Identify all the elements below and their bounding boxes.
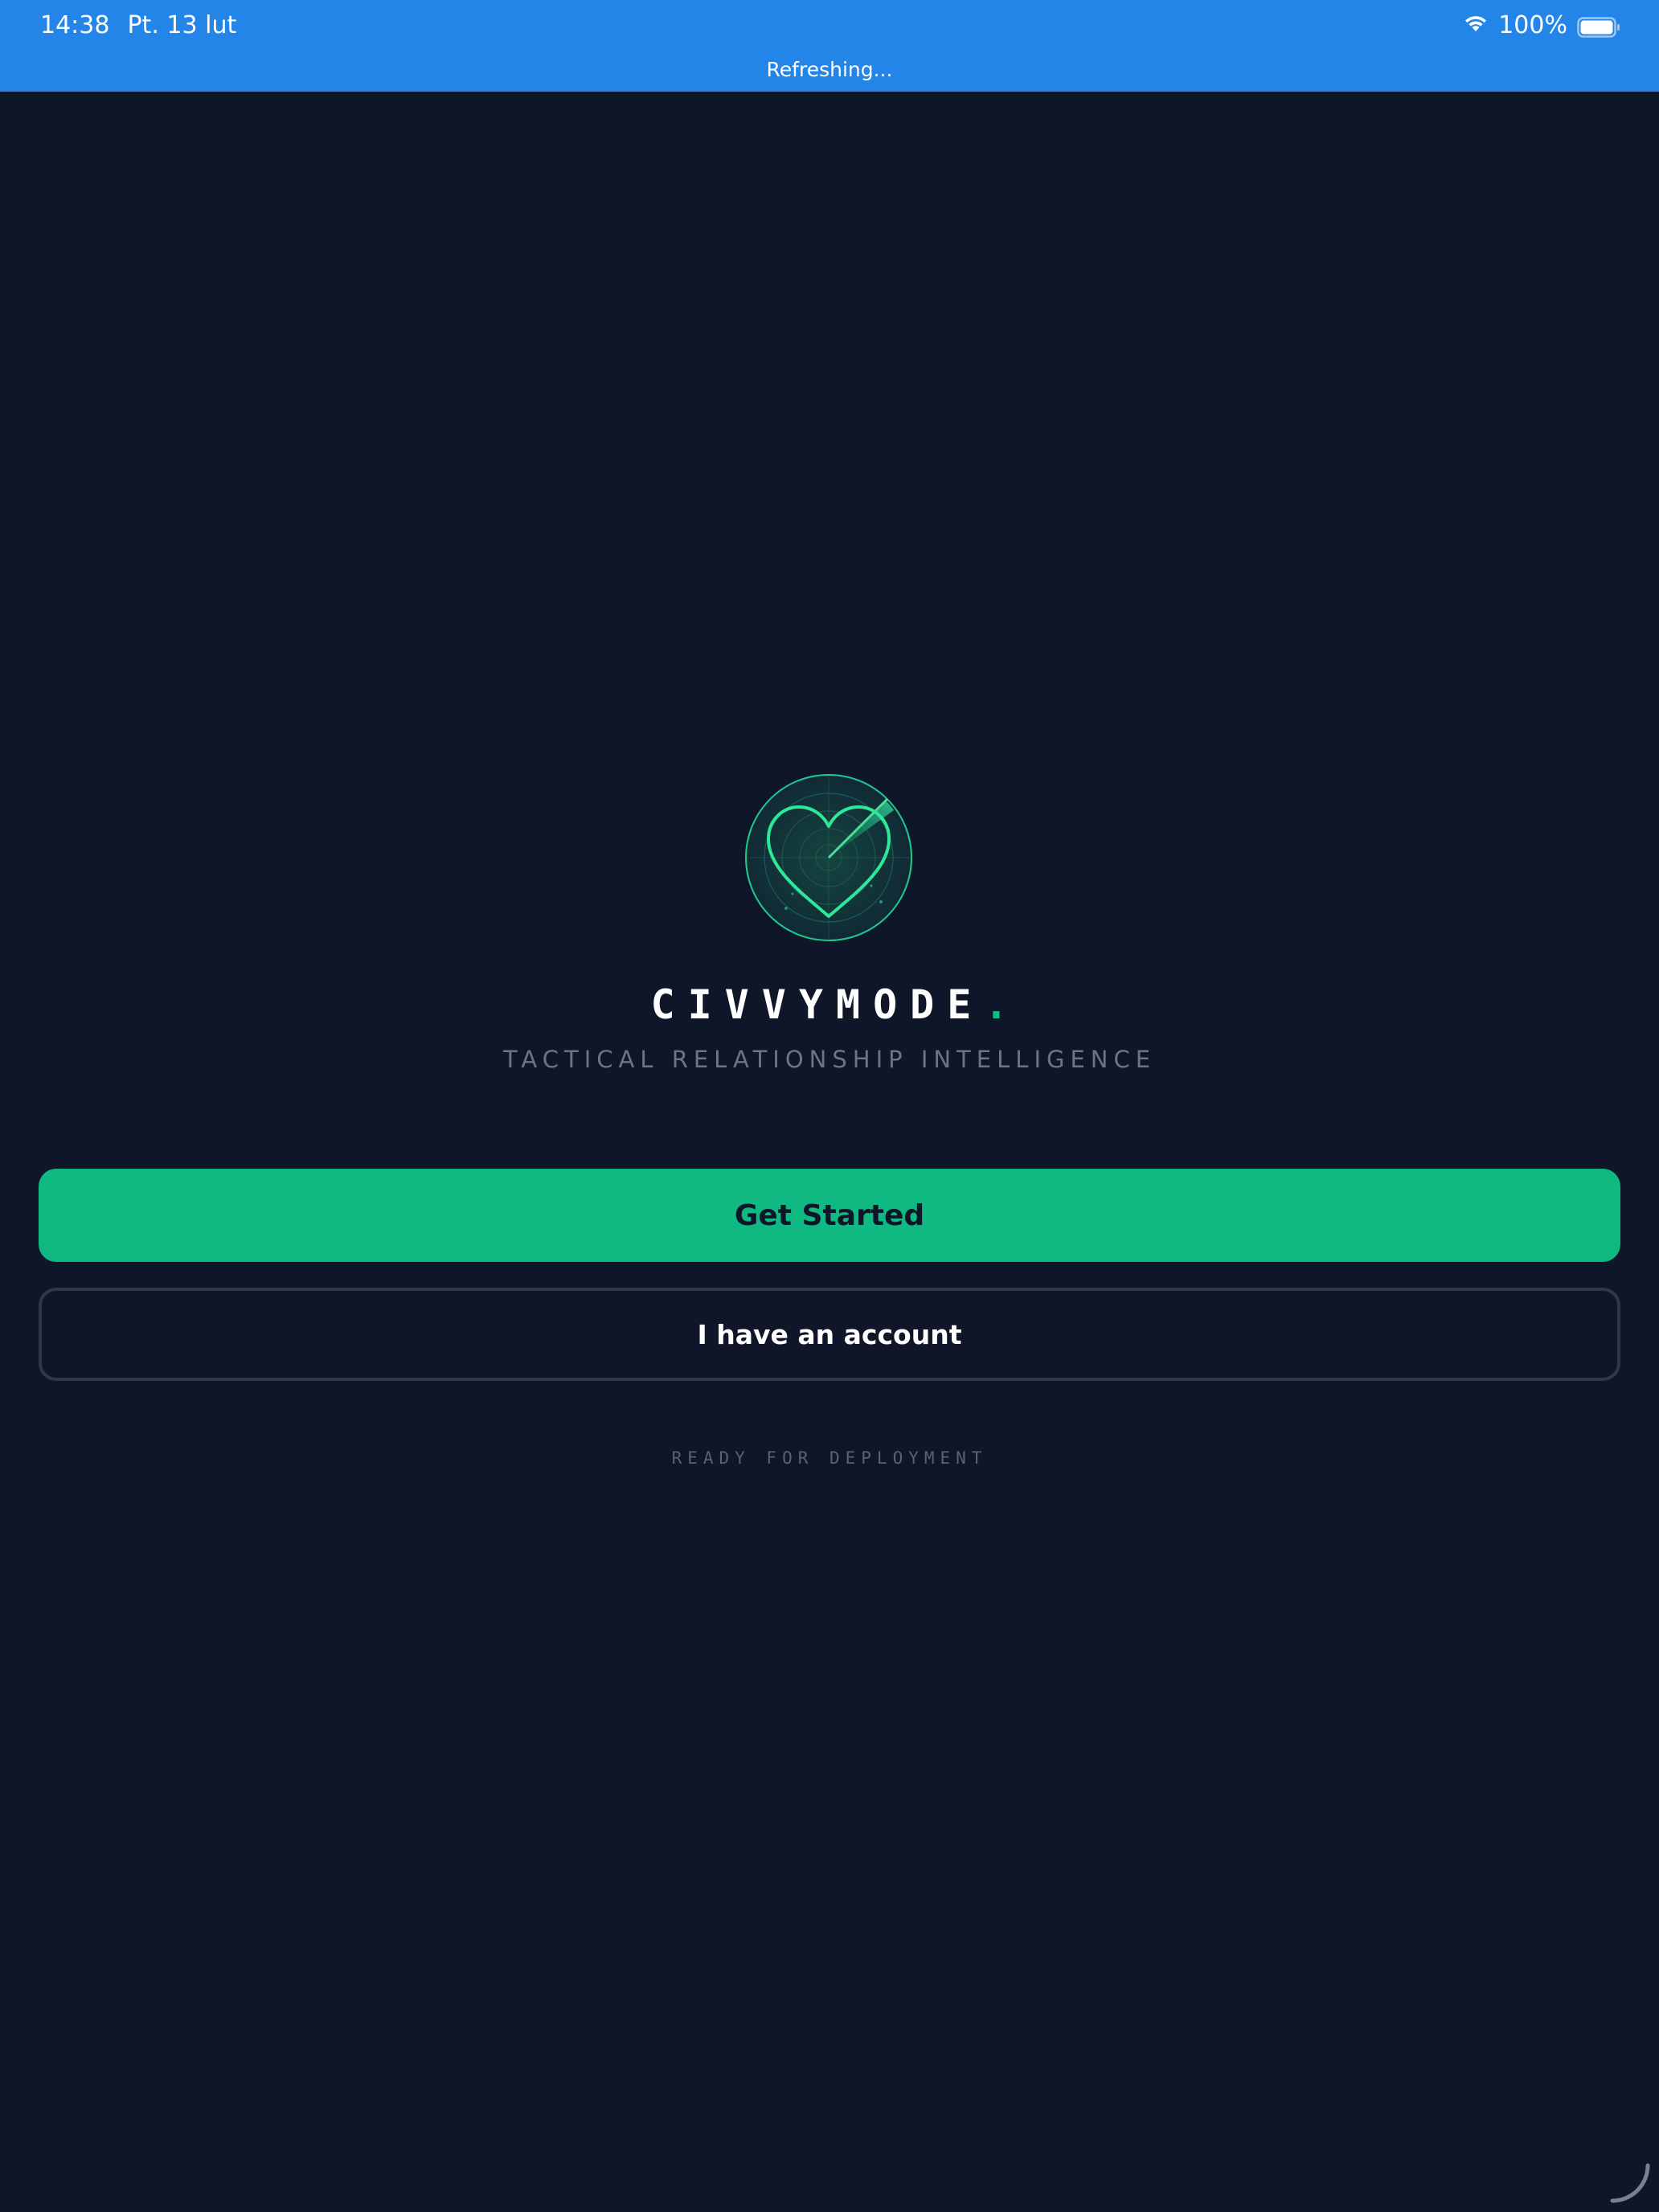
status-date: Pt. 13 lut xyxy=(127,11,237,39)
status-bar: 14:38 Pt. 13 lut 100% Refreshing... xyxy=(0,0,1659,92)
app-title: CIVVYMODE. xyxy=(0,981,1659,1029)
status-bar-right: 100% xyxy=(1463,11,1620,40)
app-tagline: TACTICAL RELATIONSHIP INTELLIGENCE xyxy=(502,1046,1157,1073)
status-time: 14:38 xyxy=(40,11,110,39)
refresh-indicator: Refreshing... xyxy=(766,58,893,81)
radar-heart-icon xyxy=(744,773,913,942)
get-started-button[interactable]: Get Started xyxy=(39,1169,1620,1262)
deployment-status-text: READY FOR DEPLOYMENT xyxy=(671,1448,988,1468)
app-title-dot: . xyxy=(984,981,1009,1028)
have-account-button[interactable]: I have an account xyxy=(39,1288,1620,1381)
loading-spinner-icon xyxy=(1608,2161,1653,2206)
battery-percent: 100% xyxy=(1498,11,1567,39)
app-title-text: CIVVYMODE xyxy=(650,981,985,1028)
wifi-icon xyxy=(1463,11,1489,40)
status-bar-left: 14:38 Pt. 13 lut xyxy=(40,11,236,40)
welcome-screen: 14:38 Pt. 13 lut 100% Refreshing... CIVV… xyxy=(0,0,1659,2212)
battery-full-icon xyxy=(1577,16,1620,38)
